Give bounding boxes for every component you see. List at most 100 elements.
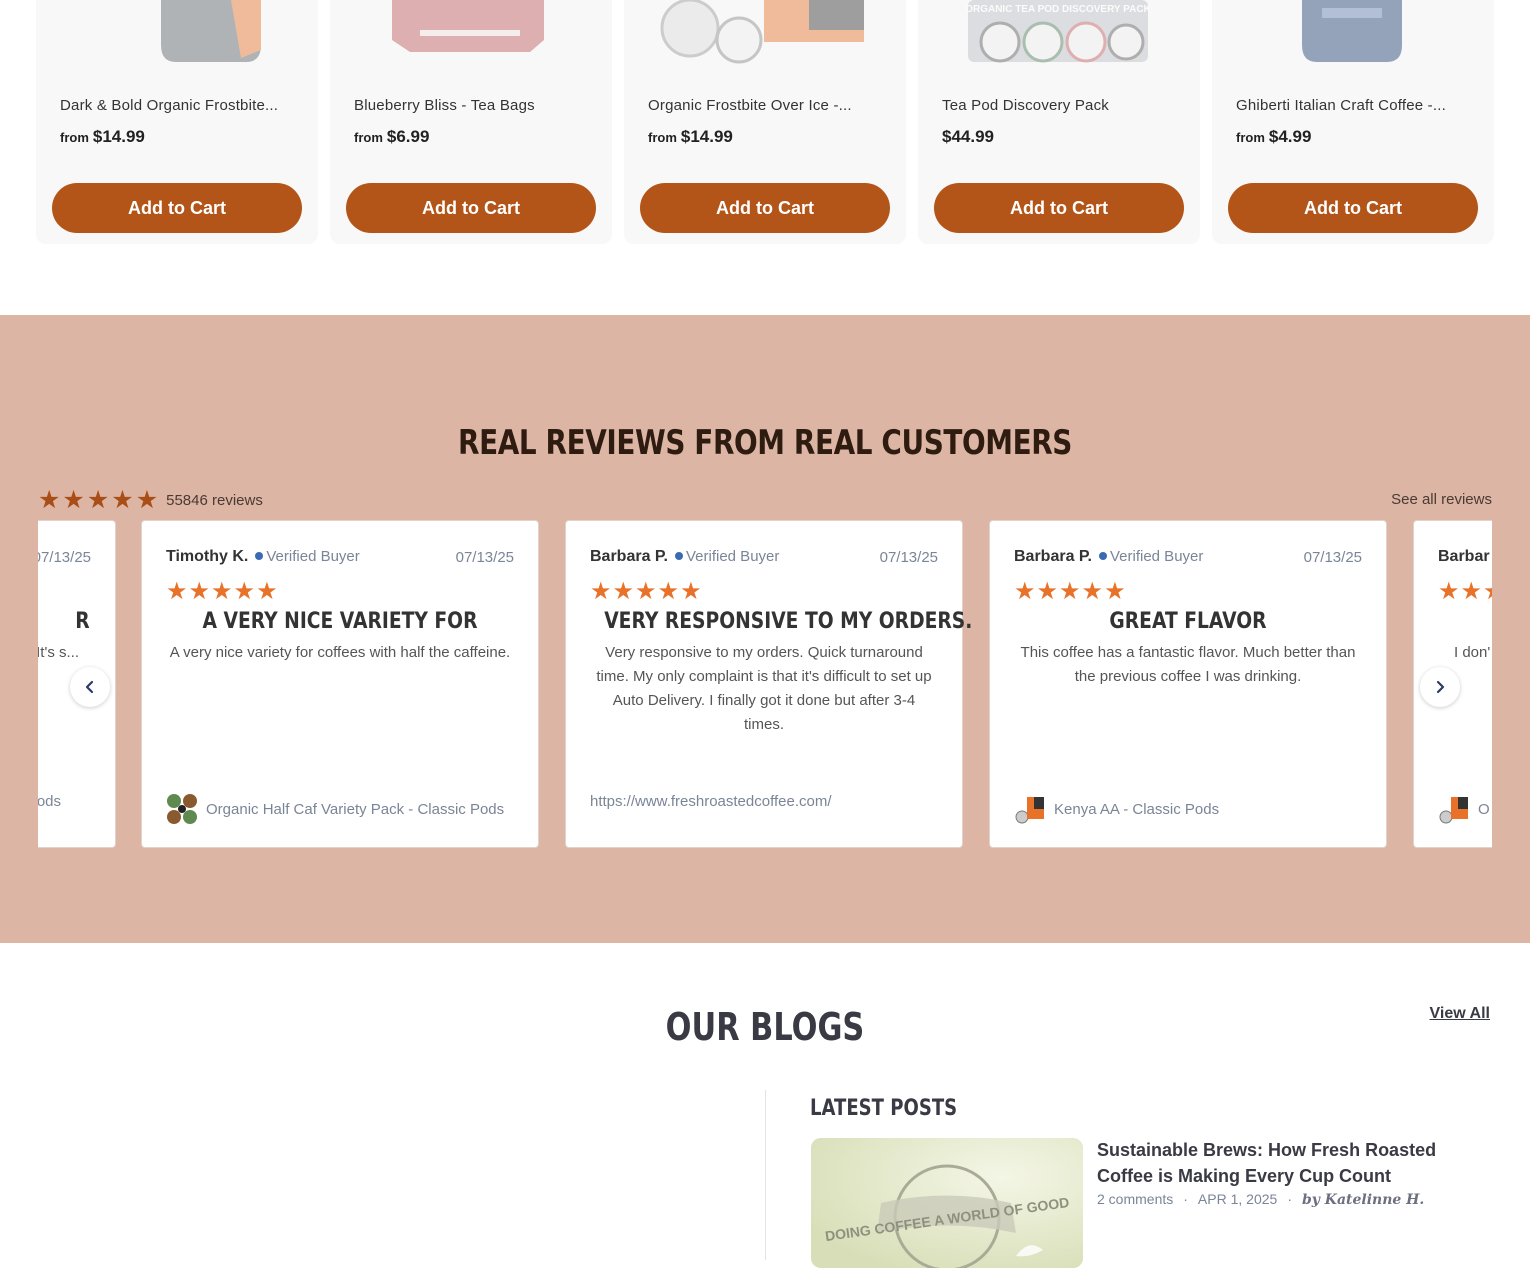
star-icon: ★	[1036, 578, 1060, 605]
product-image[interactable]: ORGANIC TEA POD DISCOVERY PACK	[918, 0, 1200, 80]
blog-post-graphic: DOING COFFEE A WORLD OF GOOD	[811, 1138, 1083, 1268]
review-body: I don' ... ally g	[1454, 644, 1492, 661]
blog-post-title[interactable]: Sustainable Brews: How Fresh Roasted Cof…	[1097, 1137, 1497, 1189]
star-icon: ★	[635, 578, 658, 605]
verified-label: Verified Buyer	[266, 548, 360, 565]
verified-badge-icon	[674, 552, 683, 561]
product-price: from $14.99	[60, 127, 145, 147]
carousel-prev-button[interactable]	[70, 667, 110, 707]
price-prefix: from	[648, 130, 677, 145]
review-product-link[interactable]: Organic Half Caf Variety Pack - Classic …	[166, 793, 504, 825]
review-count[interactable]: 55846 reviews	[166, 492, 263, 509]
price-prefix: from	[1236, 130, 1265, 145]
reviewer-name-block: Barbara P. Verified Buyer	[590, 548, 779, 566]
star-icon: ★	[590, 578, 613, 605]
product-thumbnail	[1439, 797, 1468, 824]
add-to-cart-button[interactable]: Add to Cart	[1228, 183, 1478, 233]
blogs-title: OUR BLOGS	[665, 1005, 865, 1049]
product-image[interactable]	[330, 0, 612, 80]
product-price: from $14.99	[648, 127, 733, 147]
reviewer-name: Timothy K.	[166, 548, 249, 565]
review-stars: ★★★	[1438, 577, 1492, 606]
column-divider	[765, 1090, 766, 1260]
add-to-cart-button[interactable]: Add to Cart	[640, 183, 890, 233]
blog-post-image[interactable]: DOING COFFEE A WORLD OF GOOD	[811, 1138, 1083, 1268]
meta-separator: ·	[1183, 1191, 1188, 1207]
star-icon: ★	[657, 578, 681, 605]
review-product-link[interactable]: Kenya AA - Classic Pods	[1014, 793, 1219, 825]
star-icon: ★	[680, 578, 703, 605]
review-headline: R	[75, 609, 90, 634]
star-icon: ★	[111, 486, 134, 514]
review-product-name[interactable]: ...ods	[38, 793, 61, 810]
meta-separator: ·	[1287, 1191, 1292, 1207]
star-icon: ★	[1059, 578, 1082, 605]
product-card[interactable]: Ghiberti Italian Craft Coffee -... from $…	[1212, 0, 1494, 244]
product-image[interactable]	[36, 0, 318, 80]
blog-post-date: APR 1, 2025	[1197, 1191, 1278, 1207]
product-price: from $6.99	[354, 127, 429, 147]
reviews-section: REAL REVIEWS FROM REAL CUSTOMERS ★ ★ ★ ★…	[0, 315, 1530, 943]
star-icon: ★	[1438, 578, 1461, 605]
reviews-title: REAL REVIEWS FROM REAL CUSTOMERS	[458, 423, 1072, 463]
product-name[interactable]: Organic Frostbite Over Ice -...	[648, 97, 884, 114]
product-image-label: ORGANIC TEA POD DISCOVERY PACK	[965, 4, 1151, 15]
reviewer-name-block: Timothy K. Verified Buyer	[166, 548, 360, 566]
verified-badge-icon	[255, 552, 264, 561]
price-value: $44.99	[942, 127, 994, 146]
review-date: 07/13/25	[38, 549, 91, 566]
star-icon: ★	[38, 486, 61, 514]
product-card[interactable]: Blueberry Bliss - Tea Bags from $6.99 Add…	[330, 0, 612, 244]
review-body: A very nice variety for coffees with hal…	[169, 644, 511, 661]
star-icon: ★	[86, 486, 110, 514]
chevron-right-icon	[1436, 680, 1445, 694]
blog-comment-count[interactable]: 2 comments	[1097, 1191, 1173, 1207]
review-body: ...t you ... It's s...	[38, 644, 79, 661]
verified-label: Verified Buyer	[1109, 548, 1204, 565]
review-card[interactable]: Barbara P. Verified Buyer 07/13/25 ★★★★★ …	[565, 520, 972, 848]
review-product-name[interactable]: Organic Half Caf Variety Pack - Classic …	[206, 801, 504, 818]
review-product-link[interactable]: https://www.freshroastedcoffee.com/	[590, 793, 832, 810]
rating-summary[interactable]: ★ ★ ★ ★ ★ 55846 reviews	[38, 486, 263, 514]
product-name[interactable]: Ghiberti Italian Craft Coffee -...	[1236, 97, 1472, 114]
product-image[interactable]	[1212, 0, 1494, 80]
review-date: 07/13/25	[879, 549, 938, 566]
review-product-link[interactable]: O	[1438, 793, 1490, 825]
star-icon: ★	[62, 486, 85, 514]
add-to-cart-button[interactable]: Add to Cart	[52, 183, 302, 233]
review-card[interactable]: Barbara P. Verified Buyer 07/13/25 ★★★★★ …	[989, 520, 1387, 848]
product-name[interactable]: Blueberry Bliss - Tea Bags	[354, 97, 590, 114]
product-price: $44.99	[942, 127, 994, 147]
review-stars: ★★★★★	[1014, 577, 1127, 606]
review-headline: A VERY NICE VARIETY FOR	[202, 609, 478, 634]
product-image[interactable]	[624, 0, 906, 80]
review-card[interactable]: Timothy K. Verified Buyer 07/13/25 ★★★★★ …	[141, 520, 539, 848]
star-icon: ★	[166, 578, 189, 605]
product-card[interactable]: Organic Frostbite Over Ice -... from $14.…	[624, 0, 906, 244]
reviews-carousel[interactable]: 07/13/25 R ...t you ... It's s... ...ods…	[38, 520, 1492, 850]
price-value: $14.99	[92, 127, 145, 146]
review-product-link[interactable]: ...ods	[38, 793, 61, 810]
verified-label: Verified Buyer	[685, 548, 780, 565]
product-card[interactable]: ORGANIC TEA POD DISCOVERY PACK Tea Pod D…	[918, 0, 1200, 244]
carousel-next-button[interactable]	[1420, 667, 1460, 707]
view-all-blogs-link[interactable]: View All	[1430, 1005, 1490, 1023]
add-to-cart-button[interactable]: Add to Cart	[346, 183, 596, 233]
product-card[interactable]: Dark & Bold Organic Frostbite... from $14…	[36, 0, 318, 244]
see-all-reviews-link[interactable]: See all reviews	[1391, 491, 1492, 508]
star-icon: ★	[1483, 578, 1492, 605]
product-name[interactable]: Tea Pod Discovery Pack	[942, 97, 1178, 114]
review-product-name[interactable]: Kenya AA - Classic Pods	[1054, 801, 1219, 818]
review-product-name[interactable]: https://www.freshroastedcoffee.com/	[590, 793, 832, 810]
star-icon: ★	[188, 578, 212, 605]
review-body: This coffee has a fantastic flavor. Much…	[1020, 644, 1356, 685]
star-icon: ★	[256, 578, 279, 605]
add-to-cart-button[interactable]: Add to Cart	[934, 183, 1184, 233]
review-product-name[interactable]: O	[1478, 801, 1490, 818]
latest-posts-heading: LATEST POSTS	[810, 1096, 958, 1121]
price-prefix: from	[354, 130, 383, 145]
blog-post-meta: 2 comments · APR 1, 2025 · by Katelinne H.	[1097, 1191, 1424, 1208]
reviewer-name-block: Barbara P. Verified Buyer	[1014, 548, 1203, 566]
product-name[interactable]: Dark & Bold Organic Frostbite...	[60, 97, 296, 114]
price-value: $14.99	[680, 127, 733, 146]
